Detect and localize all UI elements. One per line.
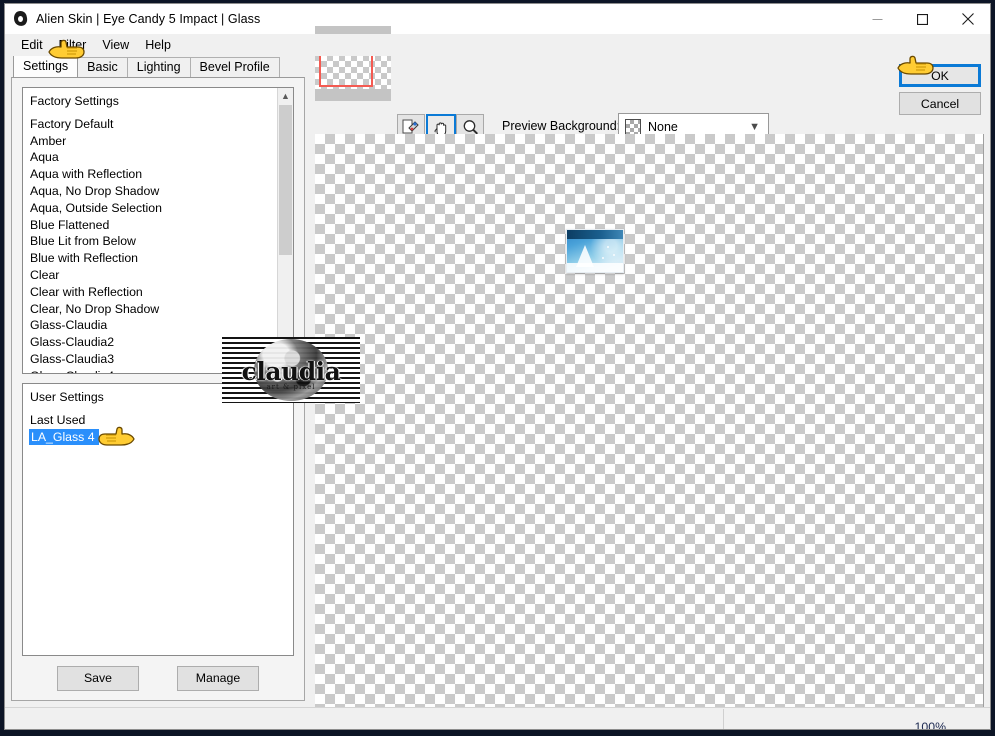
watermark-subtext: art & pixel	[266, 383, 316, 391]
preview-background-label: Preview Background:	[502, 119, 621, 133]
status-bar: 100%	[5, 707, 990, 729]
list-group-header-factory: Factory Settings	[30, 94, 119, 108]
status-segment-left	[5, 708, 724, 729]
factory-settings-list[interactable]: Factory Settings Factory Default Amber A…	[22, 87, 294, 374]
list-item[interactable]: Clear, No Drop Shadow	[29, 301, 277, 318]
list-item[interactable]: Blue Lit from Below	[29, 233, 277, 250]
user-settings-list[interactable]: User Settings Last Used LA_Glass 4	[22, 383, 294, 656]
list-item[interactable]: Clear with Reflection	[29, 284, 277, 301]
window-title: Alien Skin | Eye Candy 5 Impact | Glass	[36, 12, 261, 26]
chevron-up-icon[interactable]: ▲	[278, 88, 293, 103]
manage-button[interactable]: Manage	[177, 665, 259, 691]
menu-item-filter[interactable]: Filter	[52, 36, 96, 55]
status-segment-zoom: 100%	[724, 709, 990, 729]
content-area: Settings Basic Lighting Bevel Profile Fa…	[5, 26, 990, 707]
tab-strip: Settings Basic Lighting Bevel Profile	[5, 55, 311, 77]
list-item[interactable]: Aqua	[29, 149, 277, 166]
watermark-text: claudia	[241, 357, 341, 386]
maximize-icon[interactable]	[900, 4, 945, 34]
close-icon[interactable]	[945, 4, 990, 34]
scrollbar-thumb[interactable]	[279, 105, 292, 255]
eyedropper-icon	[402, 119, 419, 134]
preview-image	[566, 229, 624, 273]
menu-item-edit[interactable]: Edit	[14, 36, 52, 55]
user-preset-last-used[interactable]: Last Used	[29, 412, 293, 429]
application-window: Alien Skin | Eye Candy 5 Impact | Glass …	[4, 3, 991, 730]
claudia-watermark: claudia art & pixel	[222, 337, 360, 403]
title-bar: Alien Skin | Eye Candy 5 Impact | Glass	[5, 4, 990, 34]
preview-toolbar: Preview Background: None ▼	[311, 26, 990, 142]
chevron-down-icon[interactable]: ▼	[749, 121, 760, 133]
preview-panel: Preview Background: None ▼ OK Cancel	[311, 26, 990, 707]
list-item[interactable]: Glass-Claudia	[29, 317, 277, 334]
factory-list-scrollbar[interactable]: ▲	[277, 88, 293, 373]
list-item[interactable]: Blue Flattened	[29, 217, 277, 234]
tab-lighting[interactable]: Lighting	[126, 57, 191, 77]
list-item[interactable]: Aqua with Reflection	[29, 166, 277, 183]
ok-button[interactable]: OK	[899, 64, 981, 87]
window-controls	[855, 4, 990, 34]
menu-item-help[interactable]: Help	[138, 36, 180, 55]
list-item[interactable]: Amber	[29, 133, 277, 150]
menu-bar: Edit Filter View Help	[5, 34, 990, 56]
dialog-action-buttons: OK Cancel	[899, 64, 981, 120]
list-item[interactable]: Aqua, No Drop Shadow	[29, 183, 277, 200]
factory-settings-items: Factory Settings Factory Default Amber A…	[23, 88, 277, 373]
preview-canvas[interactable]	[315, 134, 984, 707]
cancel-button[interactable]: Cancel	[899, 92, 981, 115]
list-item[interactable]: Factory Default	[29, 116, 277, 133]
list-item[interactable]: Clear	[29, 267, 277, 284]
preset-action-buttons: Save Manage	[12, 656, 304, 700]
menu-item-view[interactable]: View	[95, 36, 138, 55]
save-button[interactable]: Save	[57, 665, 139, 691]
tab-settings[interactable]: Settings	[13, 55, 79, 77]
tab-bevel-profile[interactable]: Bevel Profile	[189, 57, 280, 77]
checkerboard-swatch-icon	[625, 118, 641, 135]
list-item[interactable]: Blue with Reflection	[29, 250, 277, 267]
magnifier-icon	[463, 119, 478, 135]
preview-background-value: None	[648, 119, 678, 134]
user-preset-la-glass-4[interactable]: LA_Glass 4	[29, 428, 99, 446]
list-item[interactable]: Aqua, Outside Selection	[29, 200, 277, 217]
minimize-icon[interactable]	[855, 4, 900, 34]
zoom-level-value: 100%	[914, 719, 946, 729]
alienskin-logo-icon	[12, 9, 29, 28]
tab-basic[interactable]: Basic	[77, 57, 128, 77]
